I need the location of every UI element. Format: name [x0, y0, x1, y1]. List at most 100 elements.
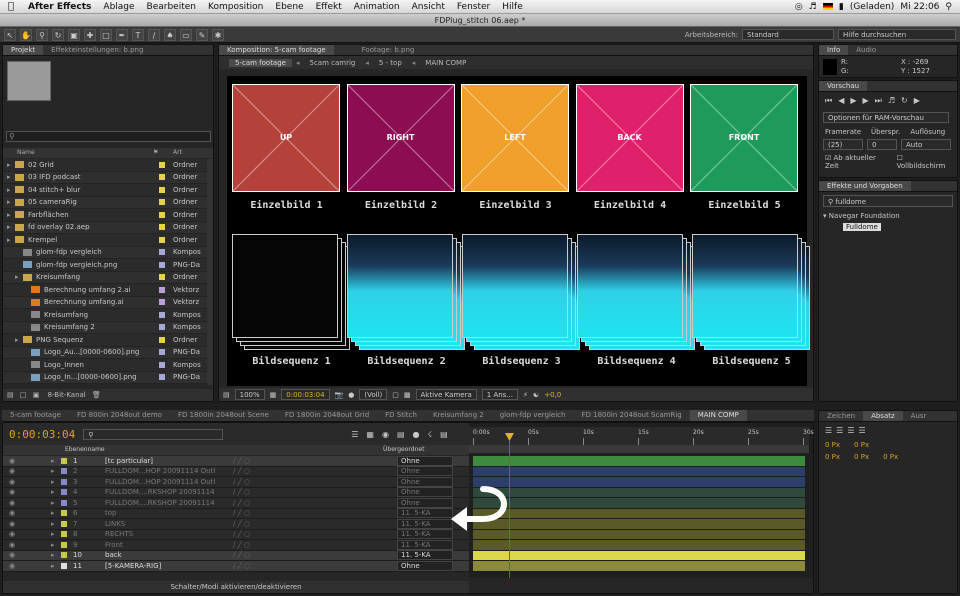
label-color[interactable]	[159, 199, 165, 206]
label-color[interactable]	[159, 336, 165, 343]
bit-depth[interactable]: 8-Bit-Kanal	[48, 391, 86, 399]
label-color[interactable]	[159, 211, 165, 218]
timeline-tab[interactable]: MAIN COMP	[689, 410, 747, 421]
tab-footage[interactable]: Footage: b.png	[354, 45, 423, 55]
align-right-icon[interactable]: ☰	[847, 426, 854, 435]
col-type[interactable]: Art	[173, 148, 182, 158]
pen-tool-icon[interactable]: ✒	[116, 28, 128, 41]
label-color[interactable]	[159, 361, 165, 368]
layer-name[interactable]: FULLDOM...HOP 20091114 Outl	[105, 467, 215, 475]
menu-komposition[interactable]: Komposition	[202, 2, 269, 12]
project-item[interactable]: Berechnung umfang.ai Vektorz	[3, 296, 207, 309]
project-item[interactable]: ▸ fd overlay 02.aep Ordner	[3, 221, 207, 234]
fast-preview-icon[interactable]: ⚡	[523, 391, 528, 399]
timeline-tab[interactable]: Kreisumfang 2	[425, 410, 492, 421]
loop-icon[interactable]: ↻	[901, 96, 908, 106]
timeline-tab[interactable]: FD 1800in 2048out Grid	[277, 410, 377, 421]
layer-label-color[interactable]	[61, 552, 67, 559]
parent-select[interactable]: Ohne	[397, 497, 453, 508]
layer-label-color[interactable]	[61, 489, 67, 496]
zoom-tool-icon[interactable]: ⚲	[36, 28, 48, 41]
expand-triangle-icon[interactable]: ▸	[51, 541, 55, 549]
visibility-eye-icon[interactable]: ◉	[9, 562, 15, 570]
show-channel-icon[interactable]: ●	[348, 391, 354, 399]
layer-row[interactable]: ◉ ▸ 8 RECHTS ∕ ╱ ○ 11. 5-KA	[3, 529, 469, 540]
expand-triangle-icon[interactable]: ▸	[51, 562, 55, 570]
layer-row[interactable]: ◉ ▸ 4 FULLDOM....RKSHOP 20091114 ∕ ╱ ○ Ohne	[3, 487, 469, 498]
project-item[interactable]: Logo_Innen Kompos	[3, 359, 207, 372]
effects-group[interactable]: ▾ Navegar Foundation	[819, 210, 957, 222]
label-color[interactable]	[159, 311, 165, 318]
visibility-eye-icon[interactable]: ◉	[9, 488, 15, 496]
layer-row[interactable]: ◉ ▸ 11 [5-KAMERA-RIG] ∕ ╱ ○ Ohne	[3, 560, 469, 572]
col-parent[interactable]: Übergeordnet	[383, 445, 424, 455]
ram-preview-icon[interactable]: ▶	[914, 96, 920, 106]
label-color[interactable]	[159, 299, 165, 306]
layer-switches[interactable]: ∕ ╱ ○	[233, 467, 250, 475]
visibility-eye-icon[interactable]: ◉	[9, 520, 15, 528]
project-item[interactable]: ▸ Farbflächen Ordner	[3, 209, 207, 222]
crumb-5cam-footage[interactable]: 5-cam footage	[229, 58, 292, 67]
project-item[interactable]: ▸ Kreisumfang Ordner	[3, 271, 207, 284]
label-color[interactable]	[159, 349, 165, 356]
layer-label-color[interactable]	[61, 510, 67, 517]
workspace-select[interactable]: Standard	[742, 29, 834, 40]
layer-duration-bar[interactable]	[473, 561, 805, 572]
disclosure-triangle-icon[interactable]: ▸	[15, 273, 23, 281]
visibility-eye-icon[interactable]: ◉	[9, 541, 15, 549]
expand-triangle-icon[interactable]: ▸	[51, 457, 55, 465]
layer-switches[interactable]: ∕ ╱ ○	[233, 488, 250, 496]
menu-app-name[interactable]: After Effects	[22, 2, 97, 12]
label-color[interactable]	[159, 161, 165, 168]
visibility-eye-icon[interactable]: ◉	[9, 530, 15, 538]
timeline-tab[interactable]: FD Stitch	[377, 410, 425, 421]
layer-switches[interactable]: ∕ ╱ ○	[233, 520, 250, 528]
label-color[interactable]	[159, 249, 165, 256]
col-name[interactable]: Name	[17, 148, 35, 158]
project-item[interactable]: Logo_In...[0000-0600].png PNG-Da	[3, 371, 207, 384]
expand-triangle-icon[interactable]: ▸	[51, 478, 55, 486]
menu-animation[interactable]: Animation	[348, 2, 406, 12]
layer-duration-bar[interactable]	[473, 498, 805, 509]
puppet-tool-icon[interactable]: ✱	[212, 28, 224, 41]
prev-frame-icon[interactable]: ◀	[838, 96, 844, 106]
tab-paragraph[interactable]: Absatz	[863, 411, 903, 421]
menu-hilfe[interactable]: Hilfe	[496, 2, 528, 12]
timeline-graph[interactable]: 0:00s 05s 10s 15s 20s 25s 30s	[469, 423, 814, 578]
layer-label-color[interactable]	[61, 541, 67, 548]
label-color[interactable]	[159, 286, 165, 293]
layer-duration-bar[interactable]	[473, 487, 805, 498]
effects-item-fulldome[interactable]: Fulldome	[843, 223, 881, 231]
interpret-icon[interactable]: ▤	[7, 391, 14, 399]
crumb-main-comp[interactable]: MAIN COMP	[419, 59, 472, 67]
roto-tool-icon[interactable]: ✎	[196, 28, 208, 41]
crumb-5cam-camrig[interactable]: 5cam camrig	[304, 59, 362, 67]
layer-duration-bar[interactable]	[473, 550, 805, 561]
tab-align[interactable]: Ausr	[903, 411, 935, 421]
layer-label-color[interactable]	[61, 478, 67, 485]
label-color[interactable]	[159, 324, 165, 331]
fullscreen-checkbox[interactable]: ☐ Vollbildschirm	[897, 154, 951, 170]
layer-row[interactable]: ◉ ▸ 10 back ∕ ╱ ○ 11. 5-KA	[3, 550, 469, 561]
layer-row[interactable]: ◉ ▸ 7 LINKS ∕ ╱ ○ 11. 5-KA	[3, 518, 469, 530]
layer-name[interactable]: [tc particular]	[105, 457, 153, 465]
timeline-tab[interactable]: FD 800in 2048out demo	[69, 410, 170, 421]
flowchart-icon[interactable]: ☯	[533, 391, 539, 399]
layer-label-color[interactable]	[61, 531, 67, 538]
layer-duration-bar[interactable]	[473, 519, 805, 530]
indent-first-value[interactable]: 0 Px	[825, 453, 840, 461]
visibility-eye-icon[interactable]: ◉	[9, 551, 15, 559]
layer-name[interactable]: back	[105, 551, 122, 559]
menu-ablage[interactable]: Ablage	[97, 2, 140, 12]
layer-name[interactable]: FULLDOM...HOP 20091114 Outl	[105, 478, 215, 486]
timeline-search-input[interactable]: ⚲	[83, 428, 224, 440]
menu-bearbeiten[interactable]: Bearbeiten	[141, 2, 202, 12]
disclosure-triangle-icon[interactable]: ▸	[7, 198, 15, 206]
rotate-tool-icon[interactable]: ↻	[52, 28, 64, 41]
label-color[interactable]	[159, 261, 165, 268]
layer-label-color[interactable]	[61, 520, 67, 527]
layer-name[interactable]: FULLDOM....RKSHOP 20091114	[105, 488, 215, 496]
project-item[interactable]: glom-fdp vergleich.png PNG-Da	[3, 259, 207, 272]
disclosure-triangle-icon[interactable]: ▸	[7, 161, 15, 169]
layer-name[interactable]: RECHTS	[105, 530, 133, 538]
